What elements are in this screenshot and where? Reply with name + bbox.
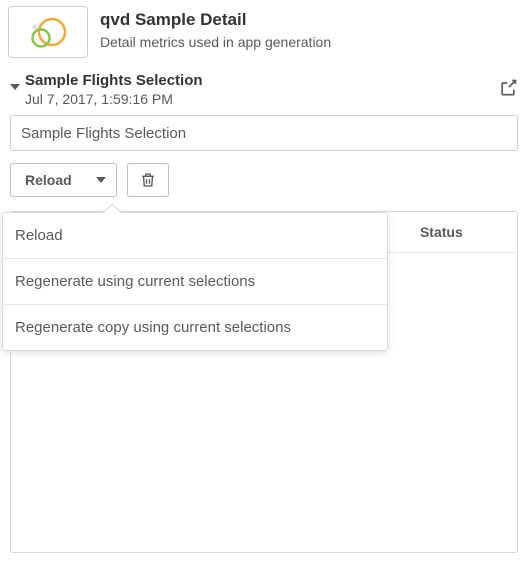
collapse-caret-icon[interactable] xyxy=(10,77,20,93)
app-title: qvd Sample Detail xyxy=(100,10,331,30)
delete-button[interactable] xyxy=(127,163,169,197)
reload-dropdown-menu: Reload Regenerate using current selectio… xyxy=(2,212,388,351)
dropdown-item-regenerate-copy[interactable]: Regenerate copy using current selections xyxy=(3,304,387,350)
toolbar: Reload xyxy=(0,151,528,207)
item-timestamp: Jul 7, 2017, 1:59:16 PM xyxy=(25,91,203,107)
item-row: Sample Flights Selection Jul 7, 2017, 1:… xyxy=(0,72,528,107)
trash-icon xyxy=(139,171,157,189)
open-external-icon[interactable] xyxy=(498,78,518,101)
app-thumbnail xyxy=(8,6,88,58)
item-name-input[interactable] xyxy=(10,115,518,151)
reload-button[interactable]: Reload xyxy=(11,164,86,196)
dropdown-item-reload[interactable]: Reload xyxy=(3,213,387,258)
bubble-chart-icon xyxy=(26,14,70,50)
dropdown-item-regenerate[interactable]: Regenerate using current selections xyxy=(3,258,387,304)
app-header: qvd Sample Detail Detail metrics used in… xyxy=(0,0,528,68)
chevron-down-icon xyxy=(96,177,106,183)
app-desc: Detail metrics used in app generation xyxy=(100,34,331,50)
reload-dropdown-toggle[interactable] xyxy=(86,164,116,196)
reload-button-group: Reload xyxy=(10,163,117,197)
item-title: Sample Flights Selection xyxy=(25,72,203,90)
